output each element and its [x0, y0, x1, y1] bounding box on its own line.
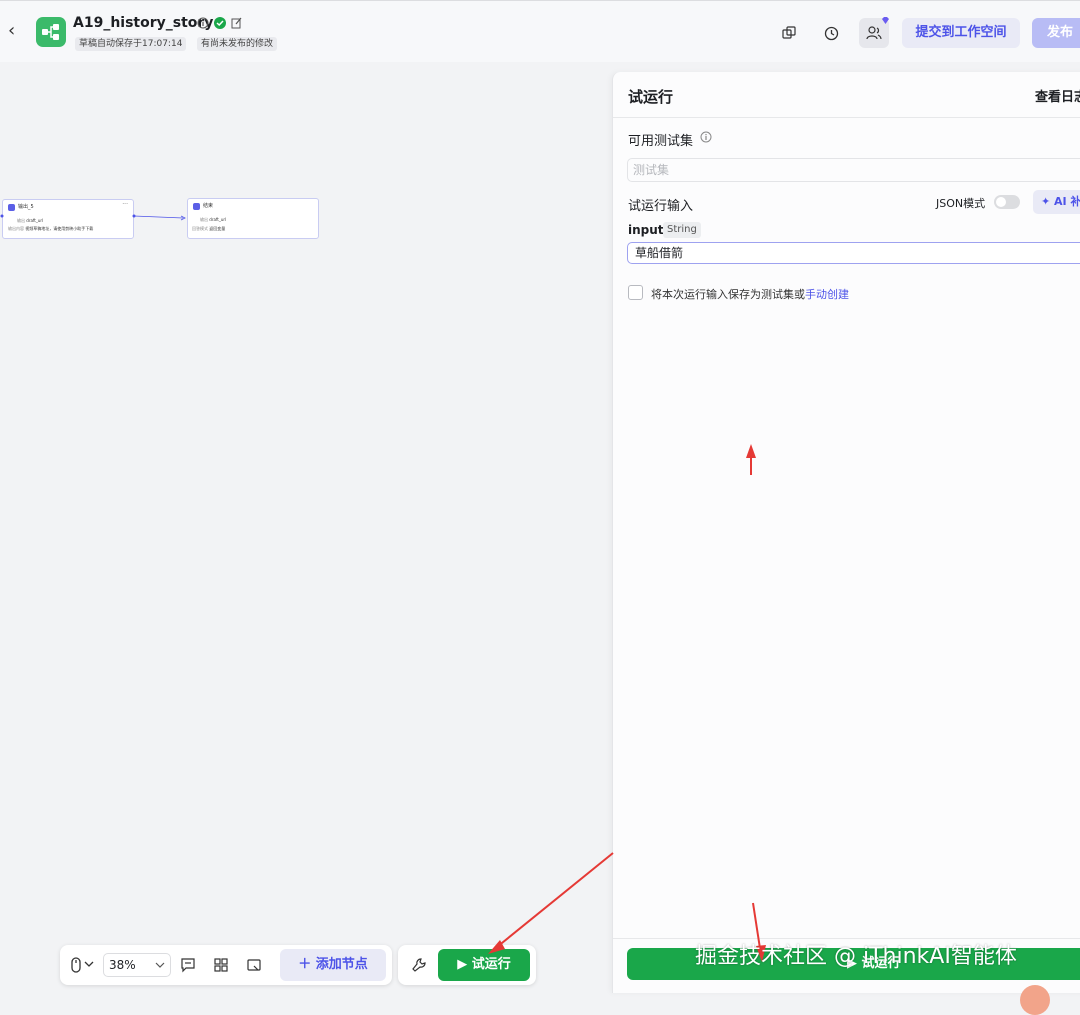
annotation-arrows — [488, 444, 766, 962]
red-arrow-up — [746, 444, 756, 475]
red-arrow-toolbar — [488, 852, 614, 954]
floating-avatar[interactable] — [1020, 985, 1050, 1015]
watermark: 掘金技术社区 @ iThinkAI智能体 — [695, 944, 1017, 969]
